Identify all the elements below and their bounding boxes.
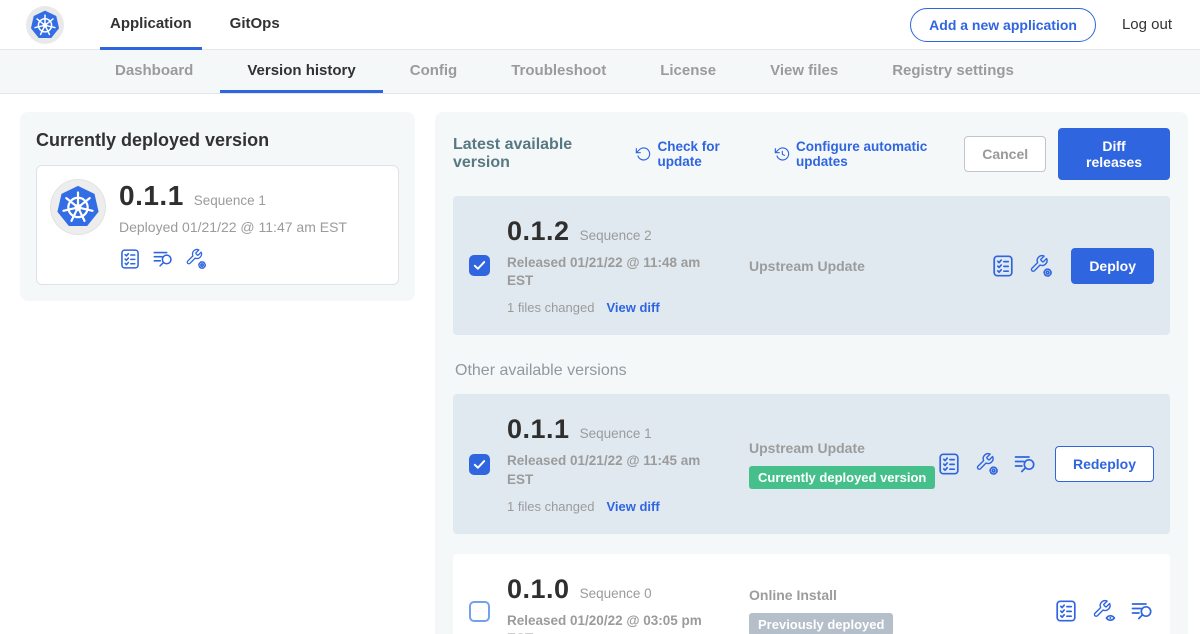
sub-nav-tab-dashboard[interactable]: Dashboard [88,50,220,93]
status-badge: Previously deployed [749,613,893,634]
logs-magnifier-icon[interactable] [1013,452,1037,476]
wrench-gear-icon[interactable] [185,248,207,270]
top-nav-tab-gitops[interactable]: GitOps [220,0,290,50]
add-application-button[interactable]: Add a new application [910,8,1096,42]
version-info: 0.1.2 Sequence 2 Released 01/21/22 @ 11:… [507,216,707,315]
version-row: 0.1.2 Sequence 2 Released 01/21/22 @ 11:… [453,196,1170,335]
deployed-action-icons [119,248,347,270]
version-label: 0.1.2 [507,216,570,247]
sub-nav-tab-registry-settings[interactable]: Registry settings [865,50,1041,93]
main-content: Currently deployed version 0.1.1 Sequenc… [0,94,1200,634]
sequence-label: Sequence 0 [580,586,652,601]
version-actions [1054,599,1154,623]
sub-nav-tab-config[interactable]: Config [383,50,484,93]
released-timestamp: Released 01/20/22 @ 03:05 pm EST [507,612,707,634]
sub-nav-tab-troubleshoot[interactable]: Troubleshoot [484,50,633,93]
wrench-eye-icon[interactable] [1092,599,1116,623]
checklist-icon[interactable] [991,254,1015,278]
configure-auto-updates-label: Configure automatic updates [796,139,964,169]
sequence-label: Sequence 2 [580,228,652,243]
configure-auto-updates-link[interactable]: Configure automatic updates [774,139,964,169]
version-source: Online Install Previously deployed [707,587,1054,634]
diff-releases-button[interactable]: Diff releases [1058,128,1170,180]
app-icon [51,180,105,234]
source-label: Online Install [749,587,1054,603]
sub-nav-tab-view-files[interactable]: View files [743,50,865,93]
status-badge: Currently deployed version [749,466,935,489]
checklist-icon[interactable] [1054,599,1078,623]
check-for-update-label: Check for update [657,139,756,169]
version-row: 0.1.0 Sequence 0 Released 01/20/22 @ 03:… [453,554,1170,634]
source-label: Upstream Update [749,258,991,274]
kubernetes-logo [30,10,60,40]
version-info: 0.1.1 Sequence 1 Released 01/21/22 @ 11:… [507,414,707,513]
logout-link[interactable]: Log out [1122,16,1172,33]
clock-refresh-icon [774,146,790,162]
sequence-label: Sequence 1 [580,426,652,441]
released-timestamp: Released 01/21/22 @ 11:48 am EST [507,254,707,290]
deployed-card-title: Currently deployed version [36,130,399,151]
files-changed-line: 1 files changed View diff [507,499,707,514]
refresh-icon [635,146,651,162]
version-actions: Deploy [991,248,1154,284]
files-changed-label: 1 files changed [507,499,594,514]
checklist-icon[interactable] [119,248,141,270]
currently-deployed-card: Currently deployed version 0.1.1 Sequenc… [20,112,415,301]
version-checkbox[interactable] [469,454,490,475]
latest-version-section: 0.1.2 Sequence 2 Released 01/21/22 @ 11:… [453,196,1170,335]
latest-available-title: Latest available version [453,136,617,172]
view-diff-link[interactable]: View diff [606,499,659,514]
version-checkbox[interactable] [469,601,490,622]
version-label: 0.1.1 [507,414,570,445]
view-diff-link[interactable]: View diff [606,300,659,315]
files-changed-line: 1 files changed View diff [507,300,707,315]
version-row: 0.1.1 Sequence 1 Released 01/21/22 @ 11:… [453,394,1170,533]
deployed-timestamp: Deployed 01/21/22 @ 11:47 am EST [119,219,347,235]
released-timestamp: Released 01/21/22 @ 11:45 am EST [507,452,707,488]
cancel-button[interactable]: Cancel [964,136,1046,172]
check-for-update-link[interactable]: Check for update [635,139,756,169]
top-nav-tab-application[interactable]: Application [100,0,202,50]
source-label: Upstream Update [749,440,937,456]
wrench-gear-icon[interactable] [1029,254,1053,278]
wrench-gear-icon[interactable] [975,452,999,476]
version-checkbox[interactable] [469,255,490,276]
kubernetes-logo [56,185,100,229]
app-logo[interactable] [26,6,64,44]
version-history-panel: Latest available version Check for updat… [435,112,1188,634]
files-changed-label: 1 files changed [507,300,594,315]
sub-nav-tab-version-history[interactable]: Version history [220,50,382,93]
other-versions-title: Other available versions [455,362,1170,380]
version-source: Upstream Update [707,258,991,274]
deploy-button[interactable]: Deploy [1071,248,1154,284]
deployed-version-label: 0.1.1 [119,180,184,212]
deployed-version-card: 0.1.1 Sequence 1 Deployed 01/21/22 @ 11:… [36,165,399,285]
redeploy-button[interactable]: Redeploy [1055,446,1154,482]
panel-header: Latest available version Check for updat… [453,128,1170,180]
sub-nav-tab-license[interactable]: License [633,50,743,93]
logs-magnifier-icon[interactable] [152,248,174,270]
top-nav: ApplicationGitOps Add a new application … [0,0,1200,50]
version-source: Upstream Update Currently deployed versi… [707,440,937,489]
deployed-sequence-label: Sequence 1 [194,193,266,208]
version-info: 0.1.0 Sequence 0 Released 01/20/22 @ 03:… [507,574,707,634]
other-versions-section: 0.1.1 Sequence 1 Released 01/21/22 @ 11:… [453,394,1170,634]
app-sub-nav: DashboardVersion historyConfigTroublesho… [0,50,1200,94]
version-actions: Redeploy [937,446,1154,482]
top-nav-tabs: Application GitOps [100,0,308,50]
version-label: 0.1.0 [507,574,570,605]
logs-magnifier-icon[interactable] [1130,599,1154,623]
checklist-icon[interactable] [937,452,961,476]
